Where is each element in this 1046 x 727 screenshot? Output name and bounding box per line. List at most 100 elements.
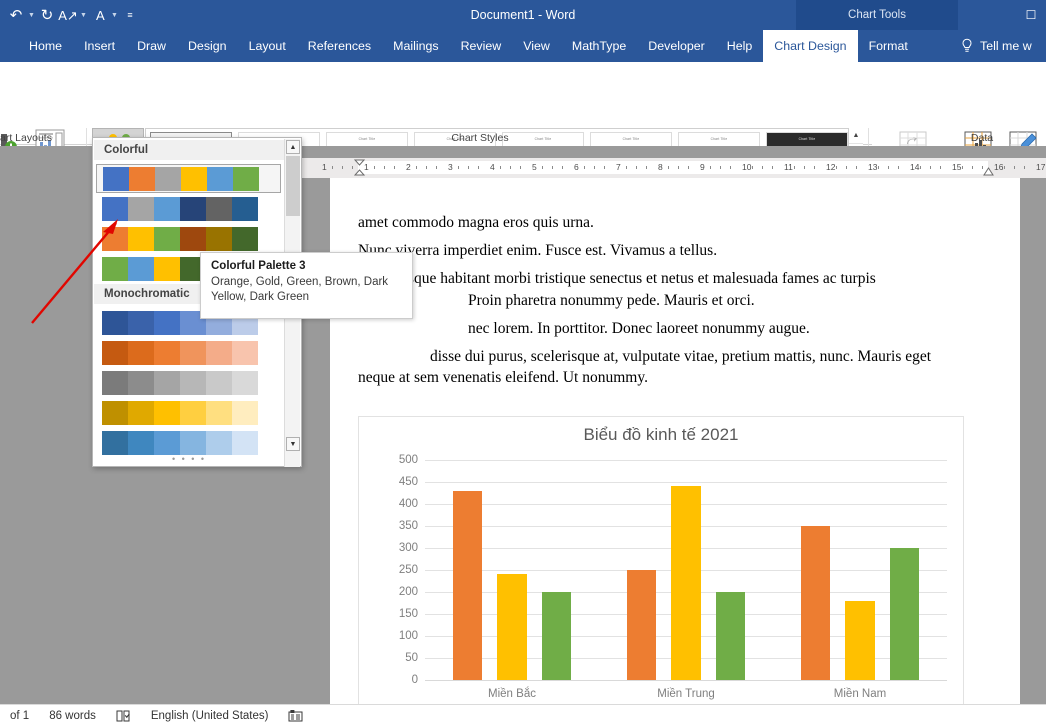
ruler-tick: [888, 166, 889, 169]
tab-draw[interactable]: Draw: [126, 30, 177, 62]
chart-bar[interactable]: [627, 570, 657, 680]
language-indicator[interactable]: English (United States): [141, 710, 279, 722]
scrollbar-thumb[interactable]: [286, 156, 300, 216]
palette-row[interactable]: [96, 164, 281, 193]
palette-swatch: [102, 430, 128, 455]
page-indicator[interactable]: of 1: [0, 710, 39, 722]
palette-row[interactable]: [96, 368, 281, 397]
tab-references[interactable]: References: [297, 30, 382, 62]
tab-mathtype[interactable]: MathType: [561, 30, 637, 62]
ruler-number: 6: [574, 162, 579, 172]
word-count[interactable]: 86 words: [39, 710, 106, 722]
palette-row[interactable]: [96, 398, 281, 427]
palette-section-heading: Colorful: [94, 140, 284, 160]
tab-design[interactable]: Design: [177, 30, 238, 62]
palette-row[interactable]: [96, 338, 281, 367]
styles-icon[interactable]: A: [89, 3, 109, 27]
palette-swatch: [233, 166, 259, 191]
chart-x-tick-label: Miền Nam: [833, 688, 887, 700]
indent-marker[interactable]: [353, 159, 366, 177]
tab-view[interactable]: View: [512, 30, 561, 62]
ruler-tick: [930, 166, 931, 169]
palette-swatch: [128, 226, 154, 251]
chart-y-tick-label: 100: [398, 630, 418, 642]
ruler-tick: [710, 166, 711, 169]
tab-home[interactable]: Home: [18, 30, 73, 62]
resize-grip[interactable]: • • • •: [93, 454, 285, 464]
palette-swatch: [180, 340, 206, 365]
tab-mailings[interactable]: Mailings: [382, 30, 449, 62]
autosave-icon[interactable]: A↗: [58, 3, 78, 27]
tab-layout[interactable]: Layout: [238, 30, 297, 62]
right-indent-marker[interactable]: [983, 167, 994, 176]
group-label-data: Data: [970, 132, 994, 144]
chart-y-tick-label: 350: [398, 520, 418, 532]
document-page[interactable]: amet commodo magna eros quis urna. Nunc …: [330, 178, 1020, 727]
ruler-tick: [898, 166, 899, 169]
chart-bar[interactable]: [671, 486, 701, 680]
chart-object[interactable]: Biểu đồ kinh tế 2021 500 450 400 350 300 250 2…: [358, 416, 964, 727]
chart-x-tick-label: Miền Trung: [657, 688, 715, 700]
ruler-tick: [762, 166, 763, 169]
chart-y-tick-label: 400: [398, 498, 418, 510]
accessibility-icon[interactable]: [278, 709, 314, 723]
ribbon-tabs: Home Insert Draw Design Layout References Mail…: [18, 30, 919, 62]
palette-swatch: [154, 400, 180, 425]
chart-bar[interactable]: [845, 600, 875, 680]
styles-dropdown-icon[interactable]: ▼: [110, 3, 119, 27]
ruler-tick: [332, 166, 333, 169]
chart-bar[interactable]: [715, 592, 745, 680]
chart-bar[interactable]: [801, 526, 831, 680]
tab-insert[interactable]: Insert: [73, 30, 126, 62]
ruler-tick: [562, 166, 563, 169]
ruler-number: 17: [1036, 162, 1046, 172]
maximize-restore-icon[interactable]: ☐: [1016, 0, 1046, 30]
tab-format[interactable]: Format: [858, 30, 919, 62]
tab-developer[interactable]: Developer: [637, 30, 715, 62]
palette-swatch: [128, 370, 154, 395]
palette-swatch: [128, 340, 154, 365]
palette-swatch: [206, 400, 232, 425]
ruler-tick: [1004, 166, 1005, 169]
undo-icon[interactable]: ↶: [6, 3, 26, 27]
chart-title: Biểu đồ kinh tế 2021: [583, 425, 739, 444]
horizontal-ruler[interactable]: 1 1 2 3 4 5 6 7 8 9 10 11 12 13 14 15 16 17: [300, 158, 1046, 178]
paragraph-2: Nunc viverra imperdiet enim. Fusce est. …: [358, 242, 718, 259]
ruler-tick: [636, 166, 637, 169]
ruler-number: 4: [490, 162, 495, 172]
customize-qat-icon[interactable]: ≡: [120, 3, 140, 27]
undo-dropdown-icon[interactable]: ▼: [27, 3, 36, 27]
tab-help[interactable]: Help: [716, 30, 763, 62]
chart-bar[interactable]: [453, 490, 483, 680]
chart-gridline: [425, 680, 947, 681]
palette-row[interactable]: [96, 194, 281, 223]
ribbon-tab-bar: Home Insert Draw Design Layout References Mail…: [0, 30, 1046, 62]
chart-bar[interactable]: [541, 592, 571, 680]
chart-bar[interactable]: [889, 548, 919, 680]
scroll-up-icon[interactable]: ▲: [286, 140, 300, 154]
palette-swatch: [207, 166, 233, 191]
tab-review[interactable]: Review: [450, 30, 513, 62]
chart-x-tick-label: Miền Bắc: [488, 688, 536, 700]
ruler-tick: [646, 166, 647, 169]
palette-swatch: [180, 400, 206, 425]
autosave-dropdown-icon[interactable]: ▼: [79, 3, 88, 27]
ruler-number: 13: [868, 162, 878, 172]
tab-chart-design[interactable]: Chart Design: [763, 30, 858, 62]
ruler-tick: [510, 166, 511, 169]
palette-swatch: [154, 430, 180, 455]
ruler-number: 10: [742, 162, 752, 172]
chart-bar[interactable]: [497, 574, 527, 680]
redo-icon[interactable]: ↻: [37, 3, 57, 27]
palette-row[interactable]: [96, 428, 281, 457]
palette-swatch: [128, 400, 154, 425]
tell-me-box[interactable]: Tell me w: [960, 30, 1032, 62]
scroll-down-icon[interactable]: ▼: [286, 437, 300, 451]
ruler-tick: [856, 166, 857, 169]
ruler-tick: [804, 166, 805, 169]
palette-row[interactable]: [96, 224, 281, 253]
ruler-tick: [940, 166, 941, 169]
palette-swatch: [206, 226, 232, 251]
ruler-tick: [374, 166, 375, 169]
proofing-icon[interactable]: [106, 709, 141, 723]
